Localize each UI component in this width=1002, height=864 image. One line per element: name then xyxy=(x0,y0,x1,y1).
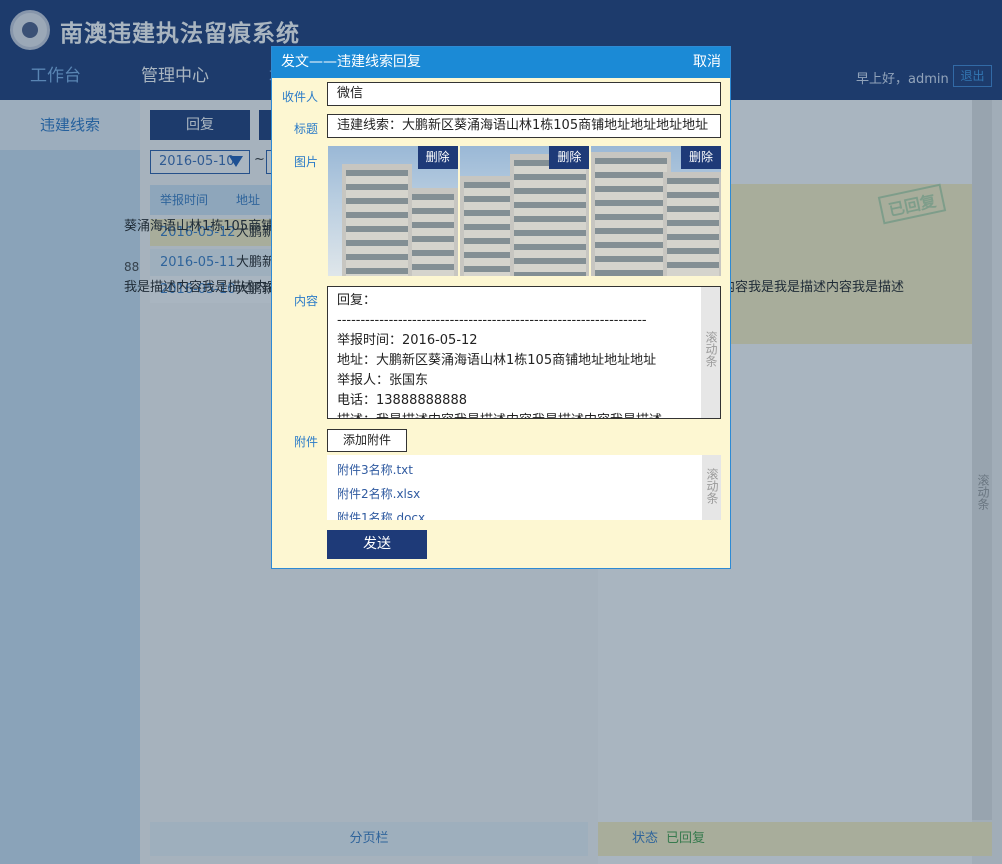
content-line: 回复： xyxy=(337,293,377,308)
attachment-item[interactable]: 附件1名称.docx xyxy=(337,509,425,520)
scrollbar-label: 滚动条 xyxy=(704,331,718,367)
content-textarea[interactable]: 回复： ------------------------------------… xyxy=(327,286,721,419)
content-line: ----------------------------------------… xyxy=(337,313,647,328)
attachment-item[interactable]: 附件3名称.txt xyxy=(337,461,413,478)
content-line: 描述：我是描述内容我是描述内容我是描述内容我是描述 xyxy=(337,411,697,418)
add-attachment-button[interactable]: 添加附件 xyxy=(327,429,407,452)
content-text: 回复： ------------------------------------… xyxy=(337,291,697,418)
content-label: 内容 xyxy=(293,294,318,308)
image-gallery: 删除 删除 删除 xyxy=(328,146,722,276)
subject-field[interactable]: 违建线索：大鹏新区葵涌海语山林1栋105商铺地址地址地址地址 xyxy=(327,114,721,138)
building-photo[interactable]: 删除 xyxy=(591,146,722,276)
content-line: 电话：13888888888 xyxy=(337,393,467,408)
delete-image-button[interactable]: 删除 xyxy=(417,146,458,169)
recipient-label: 收件人 xyxy=(281,90,318,104)
content-scrollbar[interactable]: 滚动条 xyxy=(701,287,720,418)
content-line: 举报时间：2016-05-12 xyxy=(337,333,478,348)
attachment-list: 附件3名称.txt 附件2名称.xlsx 附件1名称.docx 滚动条 xyxy=(327,455,721,520)
dialog-header: 发文——违建线索回复 取消 xyxy=(272,47,730,78)
content-line: 举报人：张国东 xyxy=(337,373,429,388)
dialog-title: 发文——违建线索回复 xyxy=(281,54,421,70)
building-photo[interactable]: 删除 xyxy=(459,146,590,276)
delete-image-button[interactable]: 删除 xyxy=(681,146,722,169)
attachments-label: 附件 xyxy=(293,435,318,449)
attachment-scrollbar[interactable]: 滚动条 xyxy=(702,455,721,520)
images-label: 图片 xyxy=(293,155,318,169)
reply-dialog: 发文——违建线索回复 取消 收件人 微信 标题 违建线索：大鹏新区葵涌海语山林1… xyxy=(271,46,731,569)
content-line: 地址：大鹏新区葵涌海语山林1栋105商铺地址地址地址 xyxy=(337,353,657,368)
subject-label: 标题 xyxy=(293,122,318,136)
cancel-button[interactable]: 取消 xyxy=(693,47,721,78)
building-photo[interactable]: 删除 xyxy=(328,146,458,276)
recipient-field[interactable]: 微信 xyxy=(327,82,721,106)
attachment-item[interactable]: 附件2名称.xlsx xyxy=(337,485,420,502)
delete-image-button[interactable]: 删除 xyxy=(549,146,590,169)
send-button[interactable]: 发送 xyxy=(327,530,427,559)
scrollbar-label: 滚动条 xyxy=(705,468,719,504)
